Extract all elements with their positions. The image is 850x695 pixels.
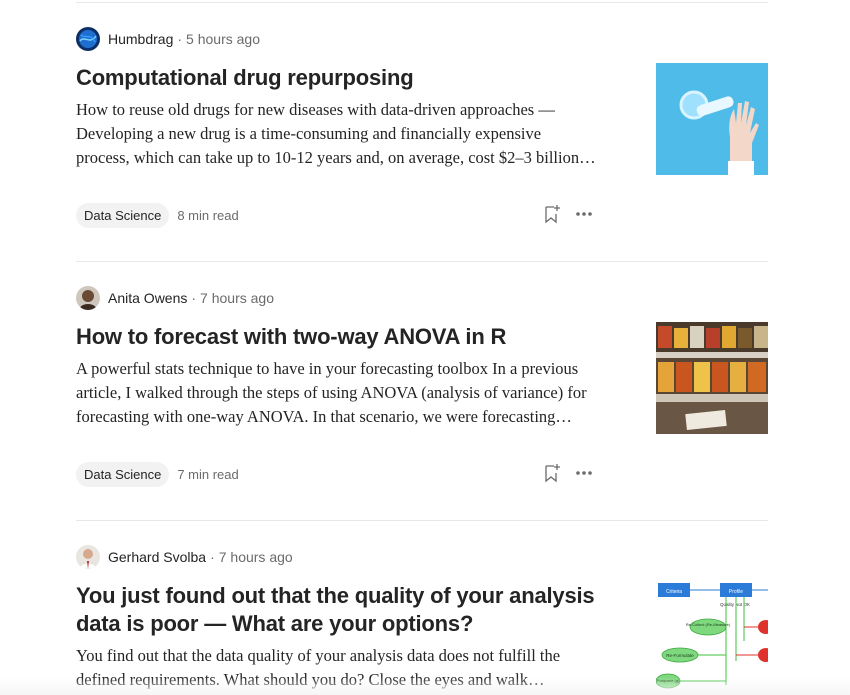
- article-actions: [540, 461, 596, 485]
- bottom-fade: [0, 677, 850, 695]
- author-row: Gerhard Svolba · 7 hours ago: [76, 545, 293, 569]
- more-options-icon[interactable]: [572, 202, 596, 226]
- article-divider: [76, 520, 768, 521]
- article-card[interactable]: Humbdrag · 5 hours ago Computational dru…: [76, 27, 768, 237]
- article-title[interactable]: How to forecast with two-way ANOVA in R: [76, 323, 606, 351]
- bookmark-add-icon[interactable]: [540, 461, 564, 485]
- author-name[interactable]: Anita Owens: [108, 290, 187, 306]
- top-divider: [76, 2, 768, 3]
- article-thumbnail[interactable]: [656, 63, 768, 175]
- diagram-label: Re-Collect (Re-Measure): [686, 622, 731, 627]
- diagram-label: Profile: [729, 589, 743, 595]
- article-excerpt[interactable]: How to reuse old drugs for new diseases …: [76, 98, 596, 170]
- article-thumbnail[interactable]: [656, 322, 768, 434]
- topic-tag[interactable]: Data Science: [76, 461, 170, 487]
- diagram-label: Quality Not OK: [720, 602, 750, 607]
- article-divider: [76, 261, 768, 262]
- separator: ·: [210, 549, 215, 565]
- diagram-label: Criteria: [666, 589, 682, 595]
- separator: ·: [177, 31, 183, 47]
- article-title[interactable]: You just found out that the quality of y…: [76, 582, 606, 638]
- read-time: 8 min read: [177, 207, 239, 223]
- article-meta: Data Science 8 min read: [76, 202, 596, 228]
- article-card[interactable]: Anita Owens · 7 hours ago How to forecas…: [76, 286, 768, 496]
- author-avatar[interactable]: [76, 286, 100, 310]
- article-excerpt[interactable]: A powerful stats technique to have in yo…: [76, 357, 596, 429]
- post-time: 7 hours ago: [200, 290, 274, 306]
- topic-tag[interactable]: Data Science: [76, 202, 170, 228]
- bookmark-add-icon[interactable]: [540, 202, 564, 226]
- diagram-label: Re-Formulate: [666, 653, 694, 658]
- author-row: Humbdrag · 5 hours ago: [76, 27, 260, 51]
- author-name[interactable]: Humbdrag: [108, 31, 173, 47]
- more-options-icon[interactable]: [572, 461, 596, 485]
- post-time: 7 hours ago: [218, 549, 293, 565]
- article-card[interactable]: Gerhard Svolba · 7 hours ago You just fo…: [76, 545, 768, 695]
- author-avatar[interactable]: [76, 27, 100, 51]
- article-meta: Data Science 7 min read: [76, 461, 596, 487]
- article-actions: [540, 202, 596, 226]
- read-time: 7 min read: [177, 466, 239, 482]
- post-time: 5 hours ago: [186, 31, 260, 47]
- article-title[interactable]: Computational drug repurposing: [76, 64, 606, 92]
- author-avatar[interactable]: [76, 545, 100, 569]
- separator: ·: [191, 290, 197, 306]
- author-row: Anita Owens · 7 hours ago: [76, 286, 274, 310]
- author-name[interactable]: Gerhard Svolba: [108, 549, 206, 565]
